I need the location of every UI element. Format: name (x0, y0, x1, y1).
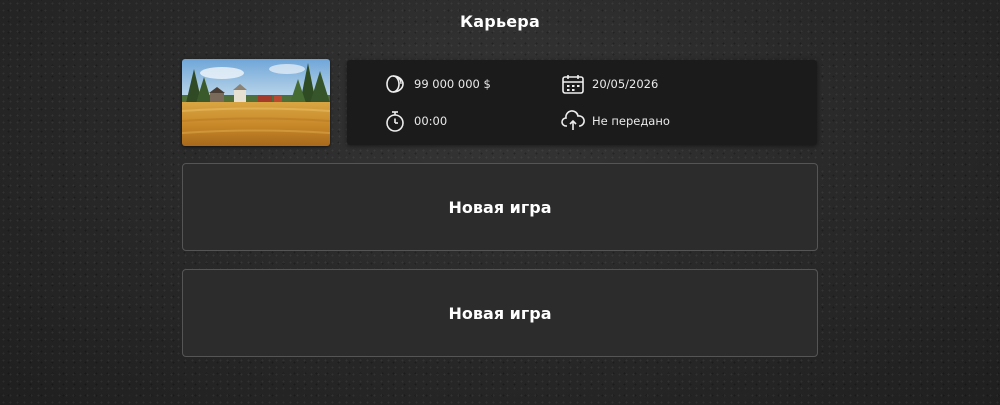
stopwatch-icon (383, 109, 407, 133)
money-info: 99 000 000 $ (383, 72, 491, 96)
upload-info: Не передано (561, 109, 670, 133)
new-game-label: Новая игра (448, 303, 552, 323)
savegame-info-panel[interactable]: 99 000 000 $ 20/05/2026 00:00 Не передан… (347, 60, 817, 145)
coin-icon (383, 72, 407, 96)
cloud-upload-icon (561, 109, 585, 133)
page-title: Карьера (460, 12, 540, 31)
date-info: 20/05/2026 (561, 72, 658, 96)
playtime-info: 00:00 (383, 109, 447, 133)
playtime-value: 00:00 (414, 114, 448, 128)
upload-status: Не передано (592, 114, 670, 128)
new-game-label: Новая игра (448, 197, 552, 217)
calendar-icon (561, 72, 585, 96)
farm-landscape-image (182, 59, 330, 146)
new-game-slot-2[interactable]: Новая игра (182, 269, 818, 357)
money-value: 99 000 000 $ (414, 77, 491, 91)
date-value: 20/05/2026 (592, 77, 659, 91)
new-game-slot-1[interactable]: Новая игра (182, 163, 818, 251)
savegame-thumbnail[interactable] (182, 59, 330, 146)
